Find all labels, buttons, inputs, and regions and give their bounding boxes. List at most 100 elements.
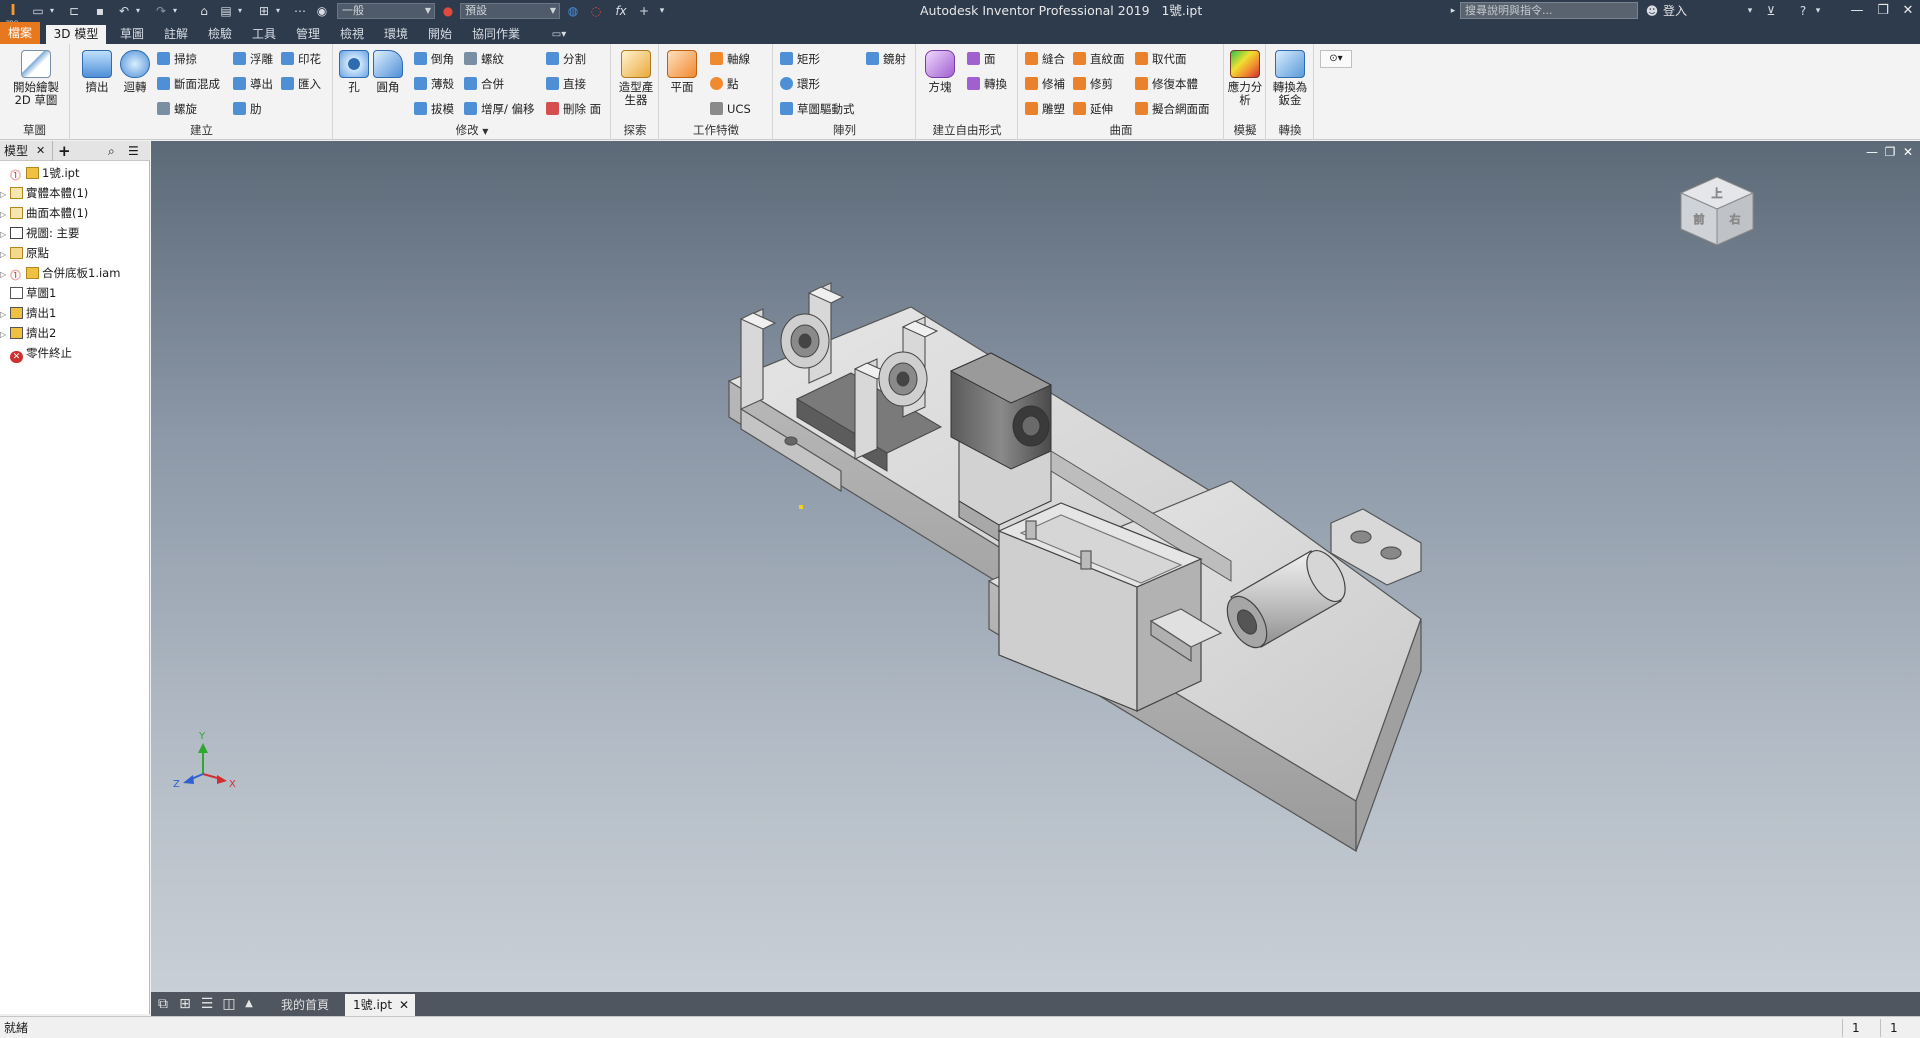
help-search-input[interactable]: 搜尋說明與指令... <box>1460 2 1638 19</box>
emboss-button[interactable]: 浮雕 <box>233 50 273 68</box>
tab-3d-model[interactable]: 3D 模型 <box>46 25 106 44</box>
repair-bodies-button[interactable]: 修復本體 <box>1135 75 1198 93</box>
signin-dropdown-icon[interactable]: ▾ <box>1745 2 1755 20</box>
tree-item-end-of-part[interactable]: ✕ 零件終止 <box>0 343 72 363</box>
thread-button[interactable]: 螺紋 <box>464 50 504 68</box>
expand-arrow-icon[interactable]: ▷ <box>0 325 10 345</box>
browser-tab-close-icon[interactable]: ✕ <box>36 141 45 161</box>
tile-horizontal-icon[interactable]: ☰ <box>199 996 215 1012</box>
tree-item-sketch1[interactable]: 草圖1 <box>0 283 56 303</box>
tab-tools[interactable]: 工具 <box>244 25 284 44</box>
tab-view[interactable]: 檢視 <box>332 25 372 44</box>
draft-button[interactable]: 拔模 <box>414 100 454 118</box>
tree-item-extrude2[interactable]: ▷ 擠出2 <box>0 323 56 343</box>
patch-button[interactable]: 修補 <box>1025 75 1065 93</box>
tab-environments[interactable]: 環境 <box>376 25 416 44</box>
graphics-viewport[interactable]: — ❐ ✕ 上 前 右 Y X Z <box>151 141 1920 992</box>
app-logo[interactable]: IPRO <box>4 0 22 27</box>
panel-modify-label[interactable]: 修改 ▼ <box>334 122 610 138</box>
shell-button[interactable]: 薄殼 <box>414 75 454 93</box>
sketch-driven-pattern-button[interactable]: 草圖驅動式 <box>780 100 855 118</box>
extrude-button[interactable]: 擠出 <box>79 50 115 94</box>
expand-arrow-icon[interactable]: ▷ <box>0 305 10 325</box>
direct-button[interactable]: 直接 <box>546 75 586 93</box>
tree-item-surface-bodies[interactable]: ▷ 曲面本體(1) <box>0 203 88 223</box>
tab-overflow-icon[interactable]: ▭▾ <box>545 25 573 44</box>
signin-button[interactable]: 登入 <box>1663 0 1687 22</box>
combine-button[interactable]: 合併 <box>464 75 504 93</box>
extend-button[interactable]: 延伸 <box>1073 100 1113 118</box>
tree-item-solid-bodies[interactable]: ▷ 實體本體(1) <box>0 183 88 203</box>
select-dropdown-icon[interactable]: ▾ <box>274 2 282 20</box>
expand-arrow-icon[interactable]: ▷ <box>0 265 10 285</box>
add-browser-tab-icon[interactable]: + <box>58 141 71 161</box>
loft-button[interactable]: 斷面混成 <box>157 75 220 93</box>
add-icon[interactable]: + <box>636 2 652 20</box>
undo-dropdown-icon[interactable]: ▾ <box>134 2 142 20</box>
decal-button[interactable]: 印花 <box>281 50 321 68</box>
tile-icon[interactable]: ⊞ <box>177 996 193 1012</box>
help-dropdown-icon[interactable]: ▾ <box>1813 2 1823 20</box>
freeform-box-button[interactable]: 方塊 <box>923 50 957 94</box>
coil-button[interactable]: 螺旋 <box>157 100 197 118</box>
stress-analysis-button[interactable]: 應力分析 <box>1227 50 1263 107</box>
open-file-icon[interactable]: ⊏ <box>66 2 82 20</box>
tab-inspect[interactable]: 檢驗 <box>200 25 240 44</box>
ruled-surface-button[interactable]: 直紋面 <box>1073 50 1125 68</box>
bearing-block-left[interactable] <box>780 313 830 369</box>
update-icon[interactable]: ▤ <box>218 2 234 20</box>
browser-menu-icon[interactable]: ☰ <box>128 141 139 161</box>
split-button[interactable]: 分割 <box>546 50 586 68</box>
convert-to-sheet-metal-button[interactable]: 轉換為鈑金 <box>1269 50 1311 107</box>
redo-dropdown-icon[interactable]: ▾ <box>171 2 179 20</box>
mirror-button[interactable]: 鏡射 <box>866 50 906 68</box>
help-icon[interactable]: ? <box>1795 2 1811 20</box>
plane-button[interactable]: 平面 <box>664 50 700 94</box>
point-button[interactable]: 點 <box>710 75 739 93</box>
customize-qat-icon[interactable]: ▾ <box>656 2 668 20</box>
rib-button[interactable]: 肋 <box>233 100 262 118</box>
expand-arrow-icon[interactable]: ▷ <box>0 245 10 265</box>
home-icon[interactable]: ⌂ <box>196 2 212 20</box>
new-dropdown-icon[interactable]: ▾ <box>48 2 56 20</box>
tree-item-extrude1[interactable]: ▷ 擠出1 <box>0 303 56 323</box>
stitch-button[interactable]: 縫合 <box>1025 50 1065 68</box>
tree-item-view[interactable]: ▷ 視圖: 主要 <box>0 223 80 243</box>
tab-get-started[interactable]: 開始 <box>420 25 460 44</box>
rectangular-pattern-button[interactable]: 矩形 <box>780 50 820 68</box>
color-wheel-icon[interactable]: ● <box>440 2 456 20</box>
tab-manage[interactable]: 管理 <box>288 25 328 44</box>
tab-collaborate[interactable]: 協同作業 <box>464 25 528 44</box>
freeform-convert-button[interactable]: 轉換 <box>967 75 1007 93</box>
import-button[interactable]: 匯入 <box>281 75 321 93</box>
expand-arrow-icon[interactable]: ▷ <box>0 205 10 225</box>
new-file-icon[interactable]: ▭ <box>30 2 46 20</box>
axis-button[interactable]: 軸線 <box>710 50 750 68</box>
fillet-button[interactable]: 圓角 <box>372 50 404 94</box>
sweep-button[interactable]: 掃掠 <box>157 50 197 68</box>
save-icon[interactable]: ▪ <box>92 2 108 20</box>
hole-button[interactable]: 孔 <box>338 50 370 94</box>
start-2d-sketch-button[interactable]: 開始繪製 2D 草圖 <box>6 50 66 107</box>
redo-icon[interactable]: ↷ <box>152 2 170 20</box>
circular-pattern-button[interactable]: 環形 <box>780 75 820 93</box>
style-dropdown[interactable]: 一般 ▼ <box>337 3 435 19</box>
close-tab-icon[interactable]: ✕ <box>399 994 409 1016</box>
expand-arrow-icon[interactable]: ▷ <box>0 225 10 245</box>
model-canvas[interactable]: 上 前 右 Y X Z <box>151 141 1920 992</box>
clear-appearance-icon[interactable]: ◌ <box>588 2 604 20</box>
appearance-override-icon[interactable]: ◍ <box>565 2 581 20</box>
tree-item-origin[interactable]: ▷ 原點 <box>0 243 49 263</box>
tab-annotate[interactable]: 註解 <box>156 25 196 44</box>
ucs-button[interactable]: UCS <box>710 100 751 118</box>
derive-button[interactable]: 導出 <box>233 75 273 93</box>
search-expand-icon[interactable]: ▸ <box>1448 2 1458 20</box>
parameters-button[interactable]: fx <box>612 2 630 20</box>
tab-sketch[interactable]: 草圖 <box>112 25 152 44</box>
freeform-face-button[interactable]: 面 <box>967 50 996 68</box>
undo-icon[interactable]: ↶ <box>115 2 133 20</box>
browser-tab-model[interactable]: 模型 <box>4 141 28 161</box>
thicken-button[interactable]: 增厚/ 偏移 <box>464 100 535 118</box>
replace-face-button[interactable]: 取代面 <box>1135 50 1187 68</box>
panel-options-dropdown[interactable]: ⊙▾ <box>1320 50 1352 68</box>
